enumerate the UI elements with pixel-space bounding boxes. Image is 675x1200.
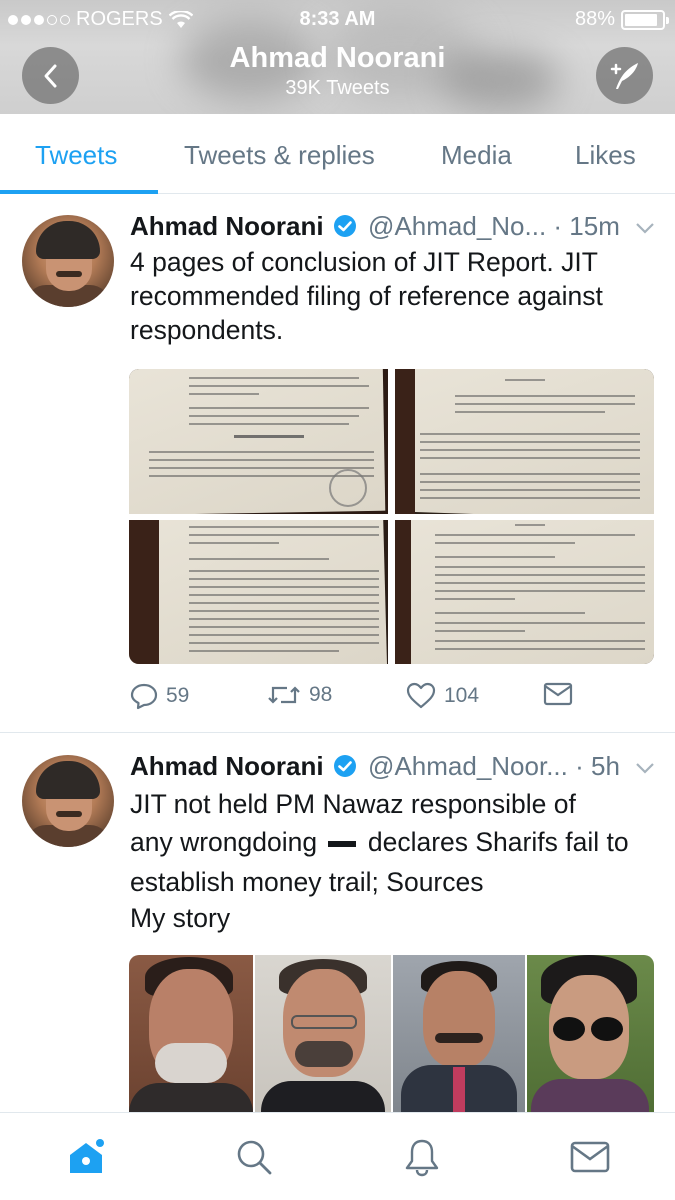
tweet-text-line: My story (130, 903, 231, 933)
tweet-count: 39K Tweets (285, 77, 390, 99)
retweet-button[interactable]: 98 (267, 682, 332, 708)
document-photo[interactable] (129, 520, 388, 664)
document-photo[interactable] (395, 520, 654, 664)
compose-tweet-button[interactable] (596, 47, 653, 104)
tweet-text: 4 pages of conclusion of JIT Report. JIT… (130, 247, 603, 345)
clock: 8:33 AM (299, 8, 376, 30)
verified-badge-icon (333, 215, 356, 237)
document-photo[interactable] (129, 369, 388, 514)
tweet-text-fragment: any wrongdoing (130, 827, 318, 857)
tweet-time: · 15m (553, 211, 620, 241)
tweet-media-photos[interactable] (129, 955, 654, 1115)
avatar[interactable] (22, 215, 114, 307)
envelope-icon (543, 682, 573, 706)
author-handle[interactable]: @Ahmad_Noor... (368, 751, 568, 781)
em-dash-emoji (328, 841, 357, 847)
tab-media[interactable]: Media (441, 140, 512, 171)
chevron-down-icon[interactable] (635, 761, 655, 775)
tweet-text-line: any wrongdoing declares Sharifs fail to (130, 825, 660, 865)
author-handle[interactable]: @Ahmad_No... (368, 211, 546, 241)
tweet-media-grid[interactable] (129, 369, 654, 664)
tweet[interactable]: Ahmad Noorani @Ahmad_No... · 15m 4 pages… (0, 195, 675, 732)
portrait-photo[interactable] (255, 955, 391, 1115)
profile-header: ROGERS 8:33 AM 88% Ahmad Noorani 39K Twe… (0, 0, 675, 114)
tweet-header: Ahmad Noorani @Ahmad_Noor... · 5h (130, 751, 620, 782)
active-tab-indicator (0, 190, 158, 194)
author-name[interactable]: Ahmad Noorani (130, 211, 324, 241)
compose-tweet-icon (610, 62, 638, 89)
profile-name: Ahmad Noorani (229, 42, 446, 74)
like-button[interactable]: 104 (406, 682, 479, 709)
verified-badge-icon (333, 755, 356, 777)
home-icon (70, 1139, 104, 1173)
direct-message-button[interactable] (543, 682, 573, 706)
reply-button[interactable]: 59 (130, 682, 189, 710)
battery-status: 88% (574, 8, 669, 31)
retweet-count: 98 (309, 683, 333, 706)
avatar[interactable] (22, 755, 114, 847)
nav-search[interactable] (234, 1135, 274, 1179)
portrait-photo[interactable] (393, 955, 525, 1115)
heart-icon (406, 682, 436, 709)
like-count: 104 (444, 683, 480, 707)
search-icon (237, 1140, 272, 1175)
document-photo[interactable] (395, 369, 654, 514)
tweet-actions: 59 98 104 (130, 682, 630, 716)
nav-messages[interactable] (570, 1135, 610, 1179)
bottom-tab-bar (0, 1112, 675, 1200)
nav-notifications[interactable] (402, 1135, 442, 1179)
battery-icon (621, 9, 669, 30)
author-name[interactable]: Ahmad Noorani (130, 751, 324, 781)
tweet[interactable]: Ahmad Noorani @Ahmad_Noor... · 5h JIT no… (0, 733, 675, 1115)
tab-tweets[interactable]: Tweets (35, 140, 117, 171)
profile-tabs: Tweets Tweets & replies Media Likes (0, 114, 675, 194)
portrait-photo[interactable] (129, 955, 253, 1115)
retweet-icon (268, 686, 300, 704)
tweet-text: JIT not held PM Nawaz responsible of any… (130, 787, 660, 937)
battery-percent: 88% (574, 8, 615, 30)
tweet-text-line: establish money trail; Sources (130, 867, 484, 897)
portrait-photo[interactable] (527, 955, 654, 1115)
reply-count: 59 (166, 684, 190, 707)
tweet-text-fragment: declares Sharifs fail to (367, 827, 629, 857)
nav-home[interactable] (66, 1135, 106, 1179)
tweet-header: Ahmad Noorani @Ahmad_No... · 15m (130, 211, 620, 242)
reply-icon (130, 683, 158, 710)
messages-envelope-icon (570, 1141, 610, 1173)
notifications-bell-icon (405, 1139, 439, 1177)
tab-likes[interactable]: Likes (575, 140, 636, 171)
tab-tweets-and-replies[interactable]: Tweets & replies (184, 140, 375, 171)
tweet-text-line: JIT not held PM Nawaz responsible of (130, 789, 576, 819)
chevron-down-icon[interactable] (635, 221, 655, 235)
tweet-time: · 5h (575, 751, 620, 781)
status-bar: ROGERS 8:33 AM 88% (0, 0, 675, 38)
